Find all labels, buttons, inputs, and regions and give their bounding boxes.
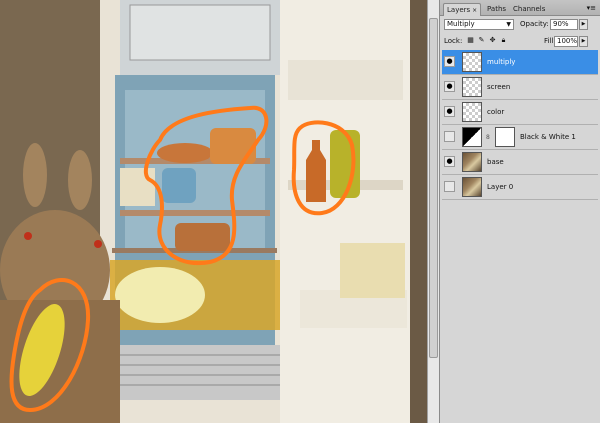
layer-mask-thumbnail [495,127,515,147]
tab-channels[interactable]: Channels [510,3,548,16]
panel-menu-icon[interactable]: ▾≡ [587,4,596,12]
scrollbar-thumb[interactable] [429,18,438,358]
visibility-eye-icon[interactable]: ● [444,56,455,67]
fill-input[interactable]: 100% [554,36,578,47]
layer-row-screen[interactable]: ● screen [442,75,598,100]
layer-row-color[interactable]: ● color [442,100,598,125]
visibility-eye-icon[interactable]: ● [444,106,455,117]
lock-position-icon[interactable]: ✥ [488,36,497,45]
layers-list: ● multiply ● screen ● color 8 Black & Wh… [442,50,598,200]
adjustment-layer-icon [462,127,482,147]
layer-name: base [487,158,504,166]
lock-all-icon[interactable]: 🔒︎ [499,36,508,45]
tab-layers-label: Layers [447,6,471,14]
blend-mode-value: Multiply [447,20,475,28]
visibility-toggle-empty[interactable] [444,131,455,142]
visibility-toggle-empty[interactable] [444,181,455,192]
layers-panel: Layers × Paths Channels ▾≡ Multiply ▼ Opa… [439,0,600,423]
layer-row-black-white[interactable]: 8 Black & White 1 [442,125,598,150]
layer-name: screen [487,83,511,91]
document-canvas[interactable] [0,0,427,423]
opacity-label: Opacity: [520,20,549,28]
layer-thumbnail [462,52,482,72]
blend-mode-dropdown[interactable]: Multiply ▼ [444,19,514,30]
layer-thumbnail [462,77,482,97]
visibility-eye-icon[interactable]: ● [444,156,455,167]
tab-paths[interactable]: Paths [484,3,509,16]
canvas-photo [0,0,427,423]
layer-thumbnail [462,152,482,172]
layer-name: Black & White 1 [520,133,576,141]
layer-row-multiply[interactable]: ● multiply [442,50,598,75]
layer-row-base[interactable]: ● base [442,150,598,175]
layer-name: color [487,108,505,116]
tab-layers[interactable]: Layers × [443,3,482,16]
opacity-slider-button[interactable]: ▶ [579,19,588,30]
layer-name: Layer 0 [487,183,514,191]
visibility-eye-icon[interactable]: ● [444,81,455,92]
blend-row: Multiply ▼ Opacity: 90% ▶ [444,19,598,31]
fill-slider-button[interactable]: ▶ [579,36,588,47]
lock-label: Lock: [444,37,463,45]
opacity-input[interactable]: 90% [550,19,578,30]
link-chain-icon: 8 [486,134,490,141]
tab-channels-label: Channels [513,5,546,13]
lock-image-pixels-icon[interactable]: ✎ [477,36,486,45]
lock-row: Lock: ▦ ✎ ✥ 🔒︎ Fill: 100% ▶ [444,36,598,48]
chevron-down-icon: ▼ [506,21,511,28]
layer-thumbnail [462,102,482,122]
layer-thumbnail [462,177,482,197]
lock-transparent-pixels-icon[interactable]: ▦ [466,36,475,45]
layer-name: multiply [487,58,516,66]
layer-row-layer-0[interactable]: Layer 0 [442,175,598,200]
tab-close-icon[interactable]: × [472,7,477,14]
panel-tab-bar: Layers × Paths Channels ▾≡ [440,0,600,16]
canvas-vertical-scrollbar[interactable] [427,0,439,423]
tab-paths-label: Paths [487,5,507,13]
